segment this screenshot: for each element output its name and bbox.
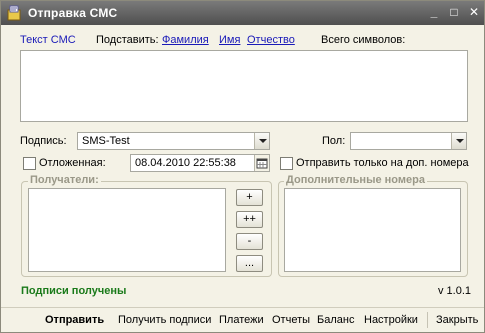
gender-select[interactable] xyxy=(350,132,467,150)
sms-window: Отправка СМС _ □ ✕ Текст СМС Подставить:… xyxy=(0,0,485,333)
substitute-firstname-link[interactable]: Имя xyxy=(219,34,240,46)
signature-select[interactable]: SMS-Test xyxy=(77,132,270,150)
get-signatures-button[interactable]: Получить подписи xyxy=(118,314,211,326)
sms-text-input[interactable] xyxy=(20,50,468,122)
chevron-down-icon[interactable] xyxy=(451,133,466,149)
app-icon xyxy=(7,5,21,21)
gender-label: Пол: xyxy=(322,135,346,147)
title-bar[interactable]: Отправка СМС _ □ ✕ xyxy=(1,1,484,25)
signature-value: SMS-Test xyxy=(82,135,130,147)
status-text: Подписи получены xyxy=(21,285,127,297)
chevron-down-icon[interactable] xyxy=(254,133,269,149)
calendar-icon-glyph xyxy=(256,158,268,169)
command-bar: Отправить Получить подписи Платежи Отчет… xyxy=(1,307,484,332)
calendar-icon[interactable] xyxy=(254,155,269,171)
remove-recipient-button[interactable]: - xyxy=(236,233,263,250)
extra-only-label: Отправить только на доп. номера xyxy=(296,157,469,169)
close-button[interactable]: Закрыть xyxy=(436,314,478,326)
sms-text-label: Текст СМС xyxy=(20,34,76,46)
delayed-checkbox[interactable] xyxy=(23,157,36,170)
extra-numbers-group-title: Дополнительные номера xyxy=(284,174,427,186)
more-recipients-button[interactable]: ... xyxy=(236,255,263,272)
payments-button[interactable]: Платежи xyxy=(219,314,264,326)
send-button[interactable]: Отправить xyxy=(45,314,104,326)
reports-button[interactable]: Отчеты xyxy=(272,314,310,326)
delayed-datetime-value: 08.04.2010 22:55:38 xyxy=(135,157,236,169)
settings-button[interactable]: Настройки xyxy=(364,314,418,326)
extra-numbers-list[interactable] xyxy=(284,188,461,272)
char-count-label: Всего символов: xyxy=(321,34,406,46)
maximize-button[interactable]: □ xyxy=(446,5,462,20)
signature-label: Подпись: xyxy=(20,135,67,147)
delayed-datetime-input[interactable]: 08.04.2010 22:55:38 xyxy=(130,154,270,172)
window-title: Отправка СМС xyxy=(28,6,118,20)
command-separator xyxy=(427,312,428,328)
extra-only-checkbox[interactable] xyxy=(280,157,293,170)
add-many-recipients-button[interactable]: ++ xyxy=(236,211,263,228)
delayed-label: Отложенная: xyxy=(39,157,106,169)
substitute-patronymic-link[interactable]: Отчество xyxy=(247,34,295,46)
substitute-label: Подставить: xyxy=(96,34,159,46)
balance-button[interactable]: Баланс xyxy=(317,314,354,326)
version-label: v 1.0.1 xyxy=(438,285,472,297)
minimize-button[interactable]: _ xyxy=(426,5,442,20)
close-window-button[interactable]: ✕ xyxy=(466,5,482,20)
recipients-group-title: Получатели: xyxy=(28,174,101,186)
substitute-lastname-link[interactable]: Фамилия xyxy=(162,34,209,46)
add-recipient-button[interactable]: + xyxy=(236,189,263,206)
recipients-list[interactable] xyxy=(28,188,226,272)
